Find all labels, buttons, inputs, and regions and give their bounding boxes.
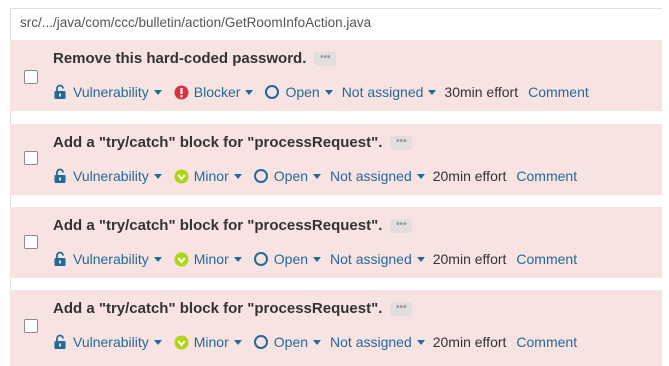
- issue-row[interactable]: Add a "try/catch" block for "processRequ…: [10, 207, 662, 278]
- severity-dropdown[interactable]: Minor: [194, 334, 229, 350]
- more-options-button[interactable]: •••: [390, 218, 413, 233]
- issue-checkbox[interactable]: [24, 151, 38, 165]
- chevron-down-icon[interactable]: [233, 339, 242, 345]
- chevron-down-icon[interactable]: [245, 89, 254, 95]
- chevron-down-icon[interactable]: [153, 89, 162, 95]
- comment-link[interactable]: Comment: [516, 168, 577, 184]
- issue-title[interactable]: Add a "try/catch" block for "processRequ…: [53, 134, 413, 151]
- issue-title-text[interactable]: Add a "try/catch" block for "processRequ…: [53, 134, 382, 151]
- issue-title-text[interactable]: Remove this hard-coded password.: [53, 50, 306, 67]
- issue-row[interactable]: Remove this hard-coded password. ••• Vul…: [10, 40, 662, 111]
- issue-checkbox[interactable]: [24, 235, 38, 249]
- comment-link[interactable]: Comment: [516, 334, 577, 350]
- blocker-icon: [174, 85, 189, 99]
- file-path-header: src/.../java/com/ccc/bulletin/action/Get…: [10, 8, 662, 38]
- comment-link[interactable]: Comment: [528, 84, 589, 100]
- issue-checkbox[interactable]: [24, 319, 38, 333]
- issue-meta: Vulnerability Minor Open Not assigned 20…: [53, 334, 577, 350]
- chevron-down-icon[interactable]: [153, 173, 162, 179]
- issue-title[interactable]: Add a "try/catch" block for "processRequ…: [53, 300, 413, 317]
- chevron-down-icon[interactable]: [416, 173, 425, 179]
- severity-dropdown[interactable]: Blocker: [194, 84, 241, 100]
- issue-meta: Vulnerability Minor Open Not assigned 20…: [53, 251, 577, 267]
- assignee-dropdown[interactable]: Not assigned: [330, 168, 412, 184]
- more-options-button[interactable]: •••: [314, 51, 337, 66]
- unlocked-vulnerability-icon: [54, 168, 66, 183]
- issue-checkbox[interactable]: [24, 70, 38, 84]
- chevron-down-icon[interactable]: [313, 339, 322, 345]
- unlocked-vulnerability-icon: [54, 334, 66, 349]
- chevron-down-icon[interactable]: [313, 256, 322, 262]
- open-status-icon: [253, 252, 268, 266]
- chevron-down-icon[interactable]: [233, 256, 242, 262]
- effort-label: 30min effort: [444, 84, 519, 100]
- status-dropdown[interactable]: Open: [274, 251, 308, 267]
- chevron-down-icon[interactable]: [153, 339, 162, 345]
- issue-row[interactable]: Add a "try/catch" block for "processRequ…: [10, 290, 662, 366]
- issue-title-text[interactable]: Add a "try/catch" block for "processRequ…: [53, 217, 382, 234]
- more-options-button[interactable]: •••: [390, 301, 413, 316]
- chevron-down-icon[interactable]: [233, 173, 242, 179]
- effort-label: 20min effort: [432, 334, 507, 350]
- minor-icon: [174, 335, 189, 349]
- chevron-down-icon[interactable]: [416, 256, 425, 262]
- chevron-down-icon[interactable]: [416, 339, 425, 345]
- type-dropdown[interactable]: Vulnerability: [73, 84, 149, 100]
- open-status-icon: [253, 335, 268, 349]
- chevron-down-icon[interactable]: [324, 89, 333, 95]
- unlocked-vulnerability-icon: [54, 84, 66, 99]
- issue-title[interactable]: Add a "try/catch" block for "processRequ…: [53, 217, 413, 234]
- assignee-dropdown[interactable]: Not assigned: [330, 334, 412, 350]
- chevron-down-icon[interactable]: [313, 173, 322, 179]
- status-dropdown[interactable]: Open: [285, 84, 319, 100]
- comment-link[interactable]: Comment: [516, 251, 577, 267]
- severity-dropdown[interactable]: Minor: [194, 251, 229, 267]
- issue-title-text[interactable]: Add a "try/catch" block for "processRequ…: [53, 300, 382, 317]
- type-dropdown[interactable]: Vulnerability: [73, 251, 149, 267]
- type-dropdown[interactable]: Vulnerability: [73, 168, 149, 184]
- chevron-down-icon[interactable]: [153, 256, 162, 262]
- effort-label: 20min effort: [432, 251, 507, 267]
- chevron-down-icon[interactable]: [428, 89, 437, 95]
- assignee-dropdown[interactable]: Not assigned: [342, 84, 424, 100]
- more-options-button[interactable]: •••: [390, 135, 413, 150]
- minor-icon: [174, 169, 189, 183]
- status-dropdown[interactable]: Open: [274, 168, 308, 184]
- status-dropdown[interactable]: Open: [274, 334, 308, 350]
- severity-dropdown[interactable]: Minor: [194, 168, 229, 184]
- issue-title[interactable]: Remove this hard-coded password. •••: [53, 50, 337, 67]
- assignee-dropdown[interactable]: Not assigned: [330, 251, 412, 267]
- type-dropdown[interactable]: Vulnerability: [73, 334, 149, 350]
- open-status-icon: [265, 85, 280, 99]
- issue-meta: Vulnerability Minor Open Not assigned 20…: [53, 168, 577, 184]
- issue-row[interactable]: Add a "try/catch" block for "processRequ…: [10, 124, 662, 195]
- minor-icon: [174, 252, 189, 266]
- unlocked-vulnerability-icon: [54, 251, 66, 266]
- issue-meta: Vulnerability Blocker Open Not assigned …: [53, 84, 589, 100]
- effort-label: 20min effort: [432, 168, 507, 184]
- open-status-icon: [253, 169, 268, 183]
